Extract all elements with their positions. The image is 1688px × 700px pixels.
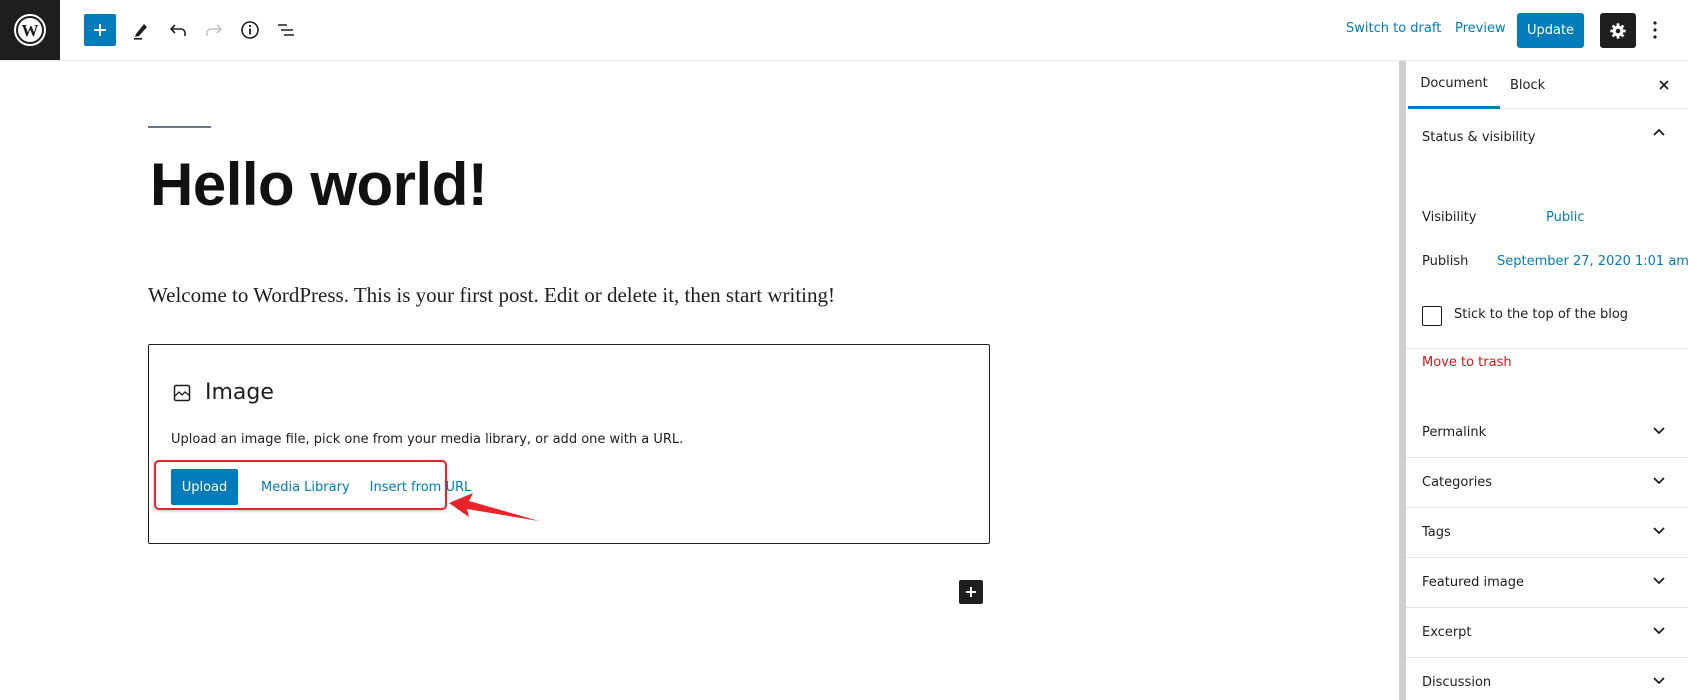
tab-block[interactable]: Block bbox=[1510, 61, 1545, 109]
update-button[interactable]: Update bbox=[1517, 13, 1584, 48]
panel-discussion[interactable]: Discussion bbox=[1406, 658, 1688, 700]
editor-canvas: Hello world! Welcome to WordPress. This … bbox=[0, 61, 1399, 700]
panel-label: Permalink bbox=[1422, 425, 1487, 440]
redo-button[interactable] bbox=[198, 14, 230, 46]
add-block-button[interactable] bbox=[959, 580, 983, 604]
visibility-row: Visibility Public bbox=[1422, 210, 1584, 225]
title-separator bbox=[148, 126, 211, 128]
panel-label: Tags bbox=[1422, 525, 1451, 540]
chevron-up-icon bbox=[1653, 128, 1665, 136]
image-block-label: Image bbox=[205, 380, 274, 405]
editor-scrollbar[interactable] bbox=[1399, 61, 1406, 700]
panel-label: Featured image bbox=[1422, 575, 1525, 590]
chevron-down-icon bbox=[1653, 527, 1665, 535]
panel-categories[interactable]: Categories bbox=[1406, 458, 1688, 508]
wordpress-logo-button[interactable]: W bbox=[0, 0, 60, 60]
more-options-button[interactable] bbox=[1645, 14, 1665, 46]
upload-button[interactable]: Upload bbox=[171, 469, 238, 505]
sticky-checkbox[interactable] bbox=[1422, 305, 1442, 326]
chevron-down-icon bbox=[1653, 677, 1665, 685]
close-sidebar-button[interactable] bbox=[1654, 75, 1674, 95]
panel-label: Excerpt bbox=[1422, 625, 1472, 640]
publish-date-link[interactable]: September 27, 2020 1:01 am bbox=[1497, 254, 1688, 269]
panel-title: Status & visibility bbox=[1422, 130, 1536, 145]
panel-excerpt[interactable]: Excerpt bbox=[1406, 608, 1688, 658]
kebab-menu-icon bbox=[1653, 21, 1657, 39]
pencil-icon bbox=[134, 24, 147, 40]
panel-label: Categories bbox=[1422, 475, 1493, 490]
block-inserter-button[interactable] bbox=[84, 14, 116, 46]
image-icon bbox=[173, 384, 191, 401]
editor-header: W Switch to draft Preview Update bbox=[0, 0, 1688, 61]
undo-icon bbox=[169, 24, 186, 36]
status-visibility-panel: Status & visibility Visibility Public Pu… bbox=[1406, 109, 1688, 370]
paragraph-block[interactable]: Welcome to WordPress. This is your first… bbox=[148, 283, 835, 308]
panel-label: Discussion bbox=[1422, 675, 1492, 690]
info-icon bbox=[241, 21, 259, 39]
panel-permalink[interactable]: Permalink bbox=[1406, 408, 1688, 458]
sticky-checkbox-label[interactable]: Stick to the top of the blog bbox=[1454, 307, 1628, 322]
visibility-value-link[interactable]: Public bbox=[1546, 210, 1584, 225]
preview-button[interactable]: Preview bbox=[1455, 21, 1506, 36]
post-title[interactable]: Hello world! bbox=[150, 149, 488, 221]
panel-tags[interactable]: Tags bbox=[1406, 508, 1688, 558]
status-visibility-toggle[interactable]: Status & visibility bbox=[1406, 109, 1688, 166]
details-button[interactable] bbox=[234, 14, 266, 46]
media-library-button[interactable]: Media Library bbox=[256, 480, 355, 495]
tab-document[interactable]: Document bbox=[1408, 61, 1500, 109]
svg-text:W: W bbox=[22, 21, 39, 40]
redo-icon bbox=[206, 24, 223, 36]
close-icon bbox=[1659, 80, 1669, 90]
wordpress-logo-icon: W bbox=[14, 14, 46, 46]
plus-icon bbox=[94, 24, 106, 36]
panel-featured-image[interactable]: Featured image bbox=[1406, 558, 1688, 608]
tools-button[interactable] bbox=[125, 14, 157, 46]
undo-button[interactable] bbox=[162, 14, 194, 46]
image-block-instructions: Upload an image file, pick one from your… bbox=[171, 432, 684, 447]
image-block-actions: Upload Media Library Insert from URL bbox=[171, 469, 476, 505]
list-view-icon bbox=[278, 24, 294, 36]
chevron-down-icon bbox=[1653, 627, 1665, 635]
sidebar-panels: Permalink Categories Tags Featured image… bbox=[1406, 408, 1688, 700]
publish-label: Publish bbox=[1422, 254, 1469, 269]
switch-to-draft-button[interactable]: Switch to draft bbox=[1346, 21, 1441, 36]
publish-row: Publish September 27, 2020 1:01 am bbox=[1422, 254, 1688, 269]
chevron-down-icon bbox=[1653, 477, 1665, 485]
plus-icon bbox=[966, 587, 976, 597]
settings-button[interactable] bbox=[1600, 13, 1636, 48]
image-block-header: Image bbox=[173, 380, 274, 405]
visibility-label: Visibility bbox=[1422, 210, 1477, 225]
sidebar-tabs: Document Block bbox=[1406, 61, 1688, 109]
settings-sidebar: Document Block Status & visibility Visib… bbox=[1406, 61, 1688, 700]
list-view-button[interactable] bbox=[270, 14, 302, 46]
sticky-checkbox-row: Stick to the top of the blog bbox=[1422, 305, 1628, 326]
image-block-placeholder[interactable]: Image Upload an image file, pick one fro… bbox=[148, 344, 990, 544]
chevron-down-icon bbox=[1653, 427, 1665, 435]
chevron-down-icon bbox=[1653, 577, 1665, 585]
move-to-trash-button[interactable]: Move to trash bbox=[1422, 355, 1512, 370]
insert-from-url-button[interactable]: Insert from URL bbox=[365, 480, 477, 495]
gear-icon bbox=[1610, 22, 1626, 39]
